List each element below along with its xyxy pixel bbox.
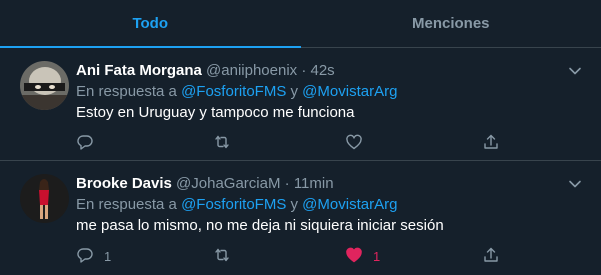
like-count: 1 xyxy=(373,248,381,264)
tweet-header: Ani Fata Morgana @aniiphoenix · 42s xyxy=(76,61,561,81)
tweet-header: Brooke Davis @JohaGarciaM · 11min xyxy=(76,174,561,194)
reply-context: En respuesta a @FosforitoFMS y @Movistar… xyxy=(76,82,561,102)
reply-icon xyxy=(76,246,94,267)
user-handle[interactable]: @JohaGarciaM xyxy=(176,175,280,192)
retweet-icon xyxy=(213,246,231,267)
reply-button[interactable]: 1 xyxy=(76,246,111,266)
tweet[interactable]: Brooke Davis @JohaGarciaM · 11min En res… xyxy=(0,162,601,275)
tweet-actions: 1 1 xyxy=(76,246,506,266)
retweet-button[interactable] xyxy=(213,246,241,266)
share-icon xyxy=(482,133,500,154)
reply-and: y xyxy=(290,83,299,100)
mention-link[interactable]: @MovistarArg xyxy=(302,83,397,100)
like-icon xyxy=(345,246,363,267)
tweet-body: Brooke Davis @JohaGarciaM · 11min En res… xyxy=(76,174,561,236)
timestamp[interactable]: 11min xyxy=(294,175,334,192)
like-button[interactable]: 1 xyxy=(345,246,380,266)
reply-context: En respuesta a @FosforitoFMS y @Movistar… xyxy=(76,195,561,215)
share-button[interactable] xyxy=(482,246,500,266)
display-name[interactable]: Brooke Davis xyxy=(76,175,172,192)
share-icon xyxy=(482,246,500,267)
reply-icon xyxy=(76,133,94,154)
separator-dot: · xyxy=(301,62,307,79)
chevron-down-icon[interactable] xyxy=(567,176,583,192)
user-handle[interactable]: @aniiphoenix xyxy=(206,62,297,79)
mention-link[interactable]: @FosforitoFMS xyxy=(181,83,286,100)
timestamp[interactable]: 42s xyxy=(311,62,335,79)
tweet-text: me pasa lo mismo, no me deja ni siquiera… xyxy=(76,217,444,234)
tweet-text: Estoy en Uruguay y tampoco me funciona xyxy=(76,104,355,121)
tab-menciones-label: Menciones xyxy=(411,15,490,32)
separator-dot: · xyxy=(284,175,290,192)
tab-todo-label: Todo xyxy=(132,15,169,32)
active-tab-indicator xyxy=(0,46,301,48)
reply-prefix: En respuesta a xyxy=(76,196,177,213)
reply-count: 1 xyxy=(104,248,112,264)
mention-link[interactable]: @MovistarArg xyxy=(302,196,397,213)
tab-todo[interactable]: Todo xyxy=(0,0,301,48)
avatar[interactable] xyxy=(20,174,69,223)
like-icon xyxy=(345,133,363,154)
retweet-button[interactable] xyxy=(213,133,241,153)
tweet-body: Ani Fata Morgana @aniiphoenix · 42s En r… xyxy=(76,61,561,123)
reply-prefix: En respuesta a xyxy=(76,83,177,100)
share-button[interactable] xyxy=(482,133,500,153)
retweet-icon xyxy=(213,133,231,154)
tab-menciones[interactable]: Menciones xyxy=(301,0,601,47)
reply-and: y xyxy=(290,196,299,213)
avatar[interactable] xyxy=(20,61,69,110)
chevron-down-icon[interactable] xyxy=(567,63,583,79)
notification-tabs: Todo Menciones xyxy=(0,0,601,48)
mention-link[interactable]: @FosforitoFMS xyxy=(181,196,286,213)
tweet-actions xyxy=(76,133,506,153)
like-button[interactable] xyxy=(345,133,373,153)
display-name[interactable]: Ani Fata Morgana xyxy=(76,62,202,79)
tweet[interactable]: Ani Fata Morgana @aniiphoenix · 42s En r… xyxy=(0,49,601,161)
reply-button[interactable] xyxy=(76,133,104,153)
